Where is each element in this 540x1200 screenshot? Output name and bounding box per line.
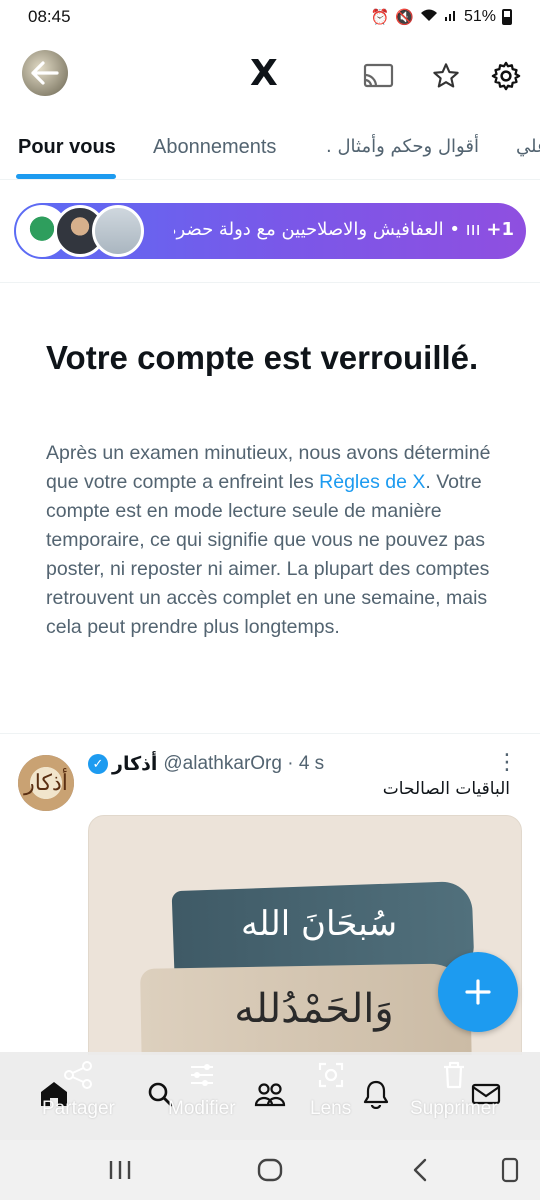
tweet-author-row: ✓ أذكار @alathkarOrg · 4 s — [88, 753, 324, 775]
wifi-icon — [420, 8, 438, 26]
edit-label: Modifier — [168, 1098, 236, 1119]
back-arrow-icon[interactable] — [22, 50, 68, 96]
edit-option[interactable]: Modifier — [168, 1060, 236, 1120]
system-navigation-bar — [0, 1140, 540, 1200]
tab-list-partial[interactable]: علي — [516, 136, 540, 157]
status-bar: 08:45 ⏰ 🔇 51% — [0, 0, 540, 34]
signal-icon — [444, 8, 458, 26]
battery-icon — [502, 9, 512, 25]
status-icons: ⏰ 🔇 51% — [371, 8, 512, 26]
tweet-text: الباقيات الصالحات — [382, 779, 510, 799]
audio-bars-icon: ııı — [465, 219, 487, 240]
more-options-icon[interactable]: ⋮ — [496, 749, 518, 775]
home-button-icon[interactable] — [250, 1152, 290, 1188]
battery-percent: 51% — [463, 8, 496, 25]
tab-pour-vous[interactable]: Pour vous — [18, 136, 116, 159]
avatar — [92, 205, 144, 257]
listener-count: +1 — [486, 219, 514, 240]
share-icon — [63, 1060, 93, 1092]
sliders-icon — [187, 1060, 217, 1092]
star-icon[interactable] — [428, 58, 464, 94]
lock-body: Après un examen minutieux, nous avons dé… — [46, 439, 506, 642]
bell-icon[interactable] — [356, 1074, 396, 1114]
lens-option[interactable]: Lens — [310, 1060, 351, 1120]
delete-option[interactable]: Supprimer — [410, 1060, 498, 1120]
live-space-pill[interactable]: ııı +1 • العفافيش والاصلاحيين مع دولة حض… — [14, 203, 526, 259]
mute-icon: 🔇 — [395, 9, 414, 26]
x-logo: X — [250, 53, 278, 94]
rules-link[interactable]: Règles de X — [319, 471, 425, 493]
share-option[interactable]: Partager — [42, 1060, 115, 1120]
verified-badge-icon: ✓ — [88, 754, 108, 774]
top-app-bar: X — [0, 34, 540, 120]
lens-label: Lens — [310, 1098, 352, 1119]
cast-icon[interactable] — [360, 58, 396, 94]
compose-post-button[interactable] — [438, 952, 518, 1032]
account-locked-notice: Votre compte est verrouillé. Après un ex… — [0, 282, 540, 734]
status-time: 08:45 — [28, 7, 71, 26]
calligraphy-line-2: وَالحَمْدُلله — [234, 986, 394, 1032]
separator-dot: • — [443, 219, 466, 240]
tab-abonnements[interactable]: Abonnements — [153, 136, 276, 159]
avatar[interactable]: أذكار — [18, 755, 74, 811]
tweet-time: · 4 s — [287, 753, 325, 774]
bottom-navigation: Partager Modifier Lens Supprimer — [0, 1052, 540, 1140]
delete-label: Supprimer — [410, 1098, 498, 1119]
recent-apps-icon[interactable] — [100, 1152, 140, 1188]
space-title: ııı +1 • العفافيش والاصلاحيين مع دولة حض… — [174, 219, 514, 240]
lock-body-end: . Votre compte est en mode lecture seule… — [46, 471, 490, 638]
tab-list-quotes[interactable]: أقوال وحكم وأمثال . — [326, 136, 479, 157]
gear-icon[interactable] — [488, 58, 524, 94]
rotate-screen-icon[interactable] — [490, 1152, 530, 1188]
trash-icon — [440, 1060, 468, 1092]
share-label: Partager — [42, 1098, 115, 1119]
space-title-text: العفافيش والاصلاحيين مع دولة حضرم... — [174, 219, 444, 240]
space-avatars — [16, 205, 144, 257]
profile-avatar-button[interactable] — [22, 50, 68, 96]
active-tab-indicator — [16, 174, 116, 179]
alarm-icon: ⏰ — [370, 9, 390, 26]
lock-title: Votre compte est verrouillé. — [46, 339, 479, 376]
author-name[interactable]: أذكار — [112, 753, 157, 775]
author-handle[interactable]: @alathkarOrg — [163, 753, 282, 775]
calligraphy-line-1: سُبحَانَ الله — [240, 904, 398, 944]
back-button-icon[interactable] — [400, 1152, 440, 1188]
lens-icon — [316, 1060, 346, 1092]
people-icon[interactable] — [250, 1074, 290, 1114]
timeline-tabs: Pour vous Abonnements أقوال وحكم وأمثال … — [0, 120, 540, 180]
avatar-text: أذكار — [24, 770, 68, 796]
